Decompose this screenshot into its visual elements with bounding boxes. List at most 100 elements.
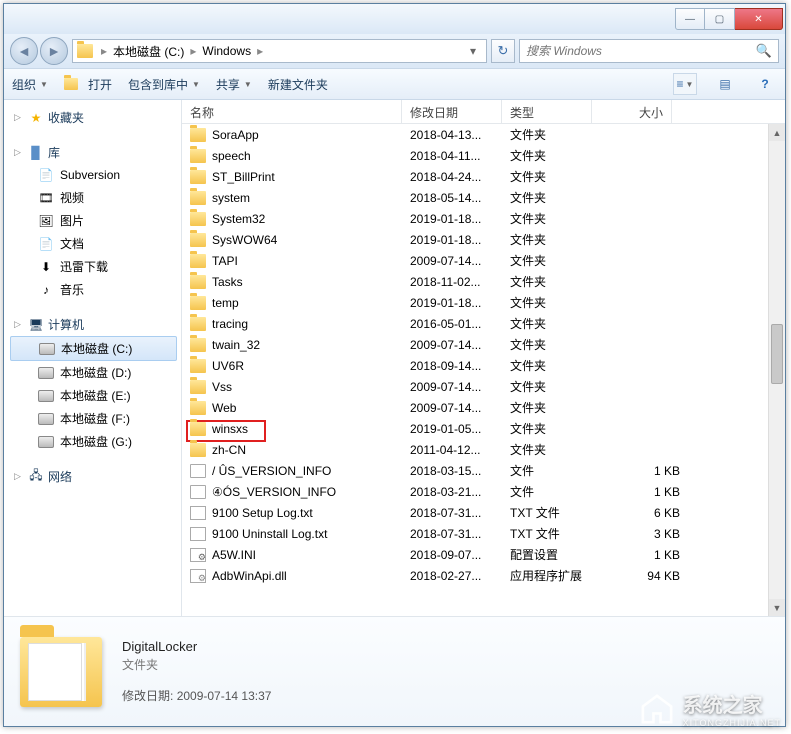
folder-icon	[190, 254, 206, 268]
col-type[interactable]: 类型	[502, 100, 592, 123]
file-date: 2009-07-14...	[410, 401, 510, 415]
file-row[interactable]: ST_BillPrint 2018-04-24... 文件夹	[182, 166, 785, 187]
back-button[interactable]: ◄	[10, 37, 38, 65]
col-name[interactable]: 名称	[182, 100, 402, 123]
address-dropdown[interactable]: ▾	[464, 44, 482, 58]
folder-icon	[190, 191, 206, 205]
file-row[interactable]: system 2018-05-14... 文件夹	[182, 187, 785, 208]
file-row[interactable]: ④ÓS_VERSION_INFO 2018-03-21... 文件 1 KB	[182, 481, 785, 502]
file-row[interactable]: AdbWinApi.dll 2018-02-27... 应用程序扩展 94 KB	[182, 565, 785, 586]
breadcrumb-part[interactable]: Windows	[198, 44, 255, 58]
file-row[interactable]: System32 2019-01-18... 文件夹	[182, 208, 785, 229]
network-group[interactable]: ▷🖧网络	[10, 465, 181, 488]
libraries-group[interactable]: ▷▉库	[10, 141, 181, 164]
open-button[interactable]: 打开	[64, 76, 112, 93]
sidebar-drive-item[interactable]: 本地磁盘 (D:)	[10, 361, 181, 384]
folder-icon	[190, 128, 206, 142]
file-row[interactable]: temp 2019-01-18... 文件夹	[182, 292, 785, 313]
file-date: 2018-03-15...	[410, 464, 510, 478]
file-row[interactable]: twain_32 2009-07-14... 文件夹	[182, 334, 785, 355]
txt-icon	[190, 506, 206, 520]
forward-button[interactable]: ►	[40, 37, 68, 65]
new-folder-button[interactable]: 新建文件夹	[268, 76, 328, 93]
file-date: 2018-04-24...	[410, 170, 510, 184]
file-row[interactable]: winsxs 2019-01-05... 文件夹	[182, 418, 785, 439]
col-size[interactable]: 大小	[592, 100, 672, 123]
file-row[interactable]: speech 2018-04-11... 文件夹	[182, 145, 785, 166]
file-row[interactable]: A5W.INI 2018-09-07... 配置设置 1 KB	[182, 544, 785, 565]
file-row[interactable]: 9100 Uninstall Log.txt 2018-07-31... TXT…	[182, 523, 785, 544]
include-menu[interactable]: 包含到库中▼	[128, 76, 200, 93]
file-icon	[190, 464, 206, 478]
file-date: 2009-07-14...	[410, 380, 510, 394]
search-input[interactable]	[526, 44, 756, 58]
file-type: 文件	[510, 483, 600, 500]
file-list[interactable]: SoraApp 2018-04-13... 文件夹 speech 2018-04…	[182, 124, 785, 616]
help-button[interactable]: ?	[753, 73, 777, 95]
sidebar-item-label: 本地磁盘 (D:)	[60, 364, 131, 381]
view-mode-button[interactable]: ≡▼	[673, 73, 697, 95]
file-row[interactable]: tracing 2016-05-01... 文件夹	[182, 313, 785, 334]
file-type: 文件夹	[510, 294, 600, 311]
folder-icon	[190, 401, 206, 415]
preview-pane-button[interactable]: ▤	[713, 73, 737, 95]
sidebar-drive-item[interactable]: 本地磁盘 (G:)	[10, 430, 181, 453]
address-bar[interactable]: ▸ 本地磁盘 (C:) ▸ Windows ▸ ▾	[72, 39, 487, 63]
scroll-thumb[interactable]	[771, 324, 783, 384]
sidebar-library-item[interactable]: 🎞视频	[10, 186, 181, 209]
scroll-up-icon[interactable]: ▲	[769, 124, 785, 141]
file-name: UV6R	[212, 359, 244, 373]
file-row[interactable]: TAPI 2009-07-14... 文件夹	[182, 250, 785, 271]
maximize-button[interactable]: ▢	[705, 8, 735, 30]
sidebar-library-item[interactable]: 📄Subversion	[10, 164, 181, 186]
close-button[interactable]: ✕	[735, 8, 783, 30]
organize-menu[interactable]: 组织▼	[12, 76, 48, 93]
file-row[interactable]: Tasks 2018-11-02... 文件夹	[182, 271, 785, 292]
file-date: 2019-01-18...	[410, 296, 510, 310]
details-pane: DigitalLocker 文件夹 修改日期: 2009-07-14 13:37	[4, 616, 785, 726]
file-name: winsxs	[212, 422, 248, 436]
scroll-down-icon[interactable]: ▼	[769, 599, 785, 616]
sidebar-library-item[interactable]: 📄文档	[10, 232, 181, 255]
file-name: SoraApp	[212, 128, 259, 142]
folder-icon	[190, 275, 206, 289]
file-type: 配置设置	[510, 546, 600, 563]
disk-icon	[38, 390, 54, 402]
file-row[interactable]: SoraApp 2018-04-13... 文件夹	[182, 124, 785, 145]
favorites-group[interactable]: ▷★收藏夹	[10, 106, 181, 129]
file-row[interactable]: UV6R 2018-09-14... 文件夹	[182, 355, 785, 376]
file-date: 2009-07-14...	[410, 338, 510, 352]
refresh-button[interactable]: ↻	[491, 39, 515, 63]
file-row[interactable]: 9100 Setup Log.txt 2018-07-31... TXT 文件 …	[182, 502, 785, 523]
share-menu[interactable]: 共享▼	[216, 76, 252, 93]
sidebar-drive-item[interactable]: 本地磁盘 (E:)	[10, 384, 181, 407]
file-name: temp	[212, 296, 239, 310]
file-type: TXT 文件	[510, 525, 600, 542]
file-name: SysWOW64	[212, 233, 277, 247]
file-row[interactable]: SysWOW64 2019-01-18... 文件夹	[182, 229, 785, 250]
breadcrumb-part[interactable]: 本地磁盘 (C:)	[109, 43, 188, 60]
file-name: ④ÓS_VERSION_INFO	[212, 485, 336, 499]
search-box[interactable]: 🔍	[519, 39, 779, 63]
file-type: 文件夹	[510, 273, 600, 290]
sidebar-library-item[interactable]: 🖼图片	[10, 209, 181, 232]
sidebar-drive-item[interactable]: 本地磁盘 (C:)	[10, 336, 177, 361]
file-name: ST_BillPrint	[212, 170, 275, 184]
folder-icon	[20, 637, 102, 707]
computer-group[interactable]: ▷🖥计算机	[10, 313, 181, 336]
minimize-button[interactable]: —	[675, 8, 705, 30]
titlebar[interactable]: — ▢ ✕	[4, 4, 785, 34]
toolbar: 组织▼ 打开 包含到库中▼ 共享▼ 新建文件夹 ≡▼ ▤ ?	[4, 68, 785, 100]
file-row[interactable]: Vss 2009-07-14... 文件夹	[182, 376, 785, 397]
file-size: 94 KB	[600, 569, 680, 583]
sidebar-library-item[interactable]: ⬇迅雷下载	[10, 255, 181, 278]
vertical-scrollbar[interactable]: ▲ ▼	[768, 124, 785, 616]
file-row[interactable]: / ÛS_VERSION_INFO 2018-03-15... 文件 1 KB	[182, 460, 785, 481]
file-row[interactable]: Web 2009-07-14... 文件夹	[182, 397, 785, 418]
file-row[interactable]: zh-CN 2011-04-12... 文件夹	[182, 439, 785, 460]
col-date[interactable]: 修改日期	[402, 100, 502, 123]
sidebar-library-item[interactable]: ♪音乐	[10, 278, 181, 301]
sidebar-item-label: 本地磁盘 (F:)	[60, 410, 130, 427]
file-date: 2018-09-14...	[410, 359, 510, 373]
sidebar-drive-item[interactable]: 本地磁盘 (F:)	[10, 407, 181, 430]
